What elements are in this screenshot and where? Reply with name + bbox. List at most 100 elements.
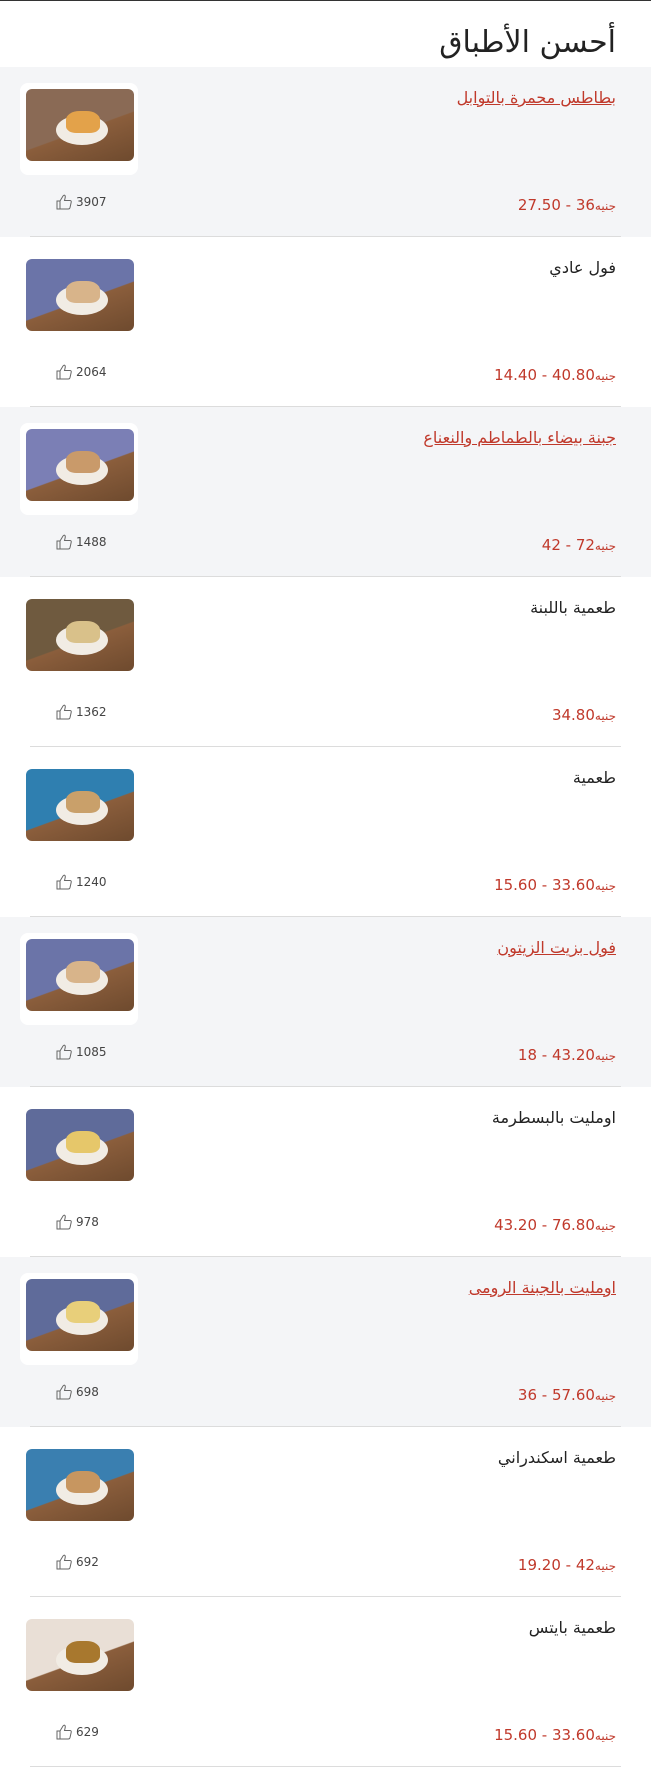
dish-item[interactable]: طعمية باللبنة 34.80جنيه 1362 [0,577,651,747]
dish-price: 15.60 - 33.60جنيه [494,875,616,896]
thumbs-up-icon [56,874,72,890]
dish-price: 18 - 43.20جنيه [518,1045,616,1066]
like-button[interactable]: 629 [55,1724,99,1740]
dish-name[interactable]: فول بزيت الزيتون [497,938,616,958]
dish-image[interactable] [26,1109,134,1181]
dish-image-frame[interactable] [20,1273,138,1365]
dish-image-frame[interactable] [20,593,138,685]
dish-name[interactable]: بطاطس محمرة بالتوابل [457,88,616,108]
dish-item[interactable]: فول بزيت الزيتون 18 - 43.20جنيه 1085 [0,917,651,1087]
dish-name[interactable]: طعمية بايتس [529,1618,616,1638]
currency-label: جنيه [594,709,616,723]
like-button[interactable]: 2064 [55,364,107,380]
dish-image[interactable] [26,1449,134,1521]
dish-item[interactable]: طعمية 15.60 - 33.60جنيه 1240 [0,747,651,917]
currency-label: جنيه [594,1219,616,1233]
like-button[interactable]: 1085 [55,1044,107,1060]
like-count: 2064 [76,365,107,379]
currency-label: جنيه [594,539,616,553]
thumbs-up-icon [56,1214,72,1230]
dish-image[interactable] [26,769,134,841]
dish-image-frame[interactable] [20,1613,138,1705]
like-button[interactable]: 978 [55,1214,99,1230]
like-count: 698 [76,1385,99,1399]
dish-name[interactable]: اومليت بالجبنة الرومى [469,1278,616,1298]
dish-item[interactable]: جبنة بيضاء بالطماطم والنعناع 42 - 72جنيه 1… [0,407,651,577]
like-count: 1488 [76,535,107,549]
price-value: 18 - 43.20 [517,1046,595,1064]
dish-item[interactable]: اومليت بالجبنة الرومى 36 - 57.60جنيه 698 [0,1257,651,1427]
thumbs-up-icon [56,1044,72,1060]
like-count: 3907 [76,195,107,209]
currency-label: جنيه [594,199,616,213]
thumbs-up-icon [56,1724,72,1740]
dish-image[interactable] [26,939,134,1011]
dish-image-frame[interactable] [20,423,138,515]
like-button[interactable]: 698 [55,1384,99,1400]
dish-image-frame[interactable] [20,83,138,175]
dish-price: 27.50 - 36جنيه [518,195,616,216]
price-value: 14.40 - 40.80 [494,366,595,384]
dish-name[interactable]: فول عادي [549,258,616,278]
dish-item[interactable]: بطاطس محمرة بالتوابل 27.50 - 36جنيه 3907 [0,67,651,237]
dish-image[interactable] [26,89,134,161]
dish-image-frame[interactable] [20,1103,138,1195]
dish-name[interactable]: طعمية اسكندراني [498,1448,616,1468]
thumbs-up-icon [56,194,72,210]
section-title: أحسن الأطباق [439,25,616,60]
thumbs-up-icon [56,1554,72,1570]
like-count: 978 [76,1215,99,1229]
dish-image[interactable] [26,259,134,331]
dish-name[interactable]: جبنة بيضاء بالطماطم والنعناع [423,428,616,448]
like-count: 1240 [76,875,107,889]
dish-item[interactable]: طعمية اسكندراني 19.20 - 42جنيه 692 [0,1427,651,1597]
dish-image-frame[interactable] [20,933,138,1025]
thumbs-up-icon [56,364,72,380]
price-value: 34.80 [551,706,595,724]
dish-item[interactable]: فول عادي 14.40 - 40.80جنيه 2064 [0,237,651,407]
dish-name[interactable]: طعمية باللبنة [530,598,616,618]
dish-image-frame[interactable] [20,1443,138,1535]
dish-item[interactable]: طعمية بايتس 15.60 - 33.60جنيه 629 [0,1597,651,1767]
currency-label: جنيه [594,1049,616,1063]
dish-price: 19.20 - 42جنيه [518,1555,616,1576]
dish-price: 15.60 - 33.60جنيه [494,1725,616,1746]
dish-image-frame[interactable] [20,763,138,855]
dish-list: بطاطس محمرة بالتوابل 27.50 - 36جنيه 3907 فو… [0,67,651,1767]
currency-label: جنيه [594,879,616,893]
currency-label: جنيه [594,1389,616,1403]
currency-label: جنيه [594,369,616,383]
dish-name[interactable]: اومليت بالبسطرمة [492,1108,616,1128]
dish-image-frame[interactable] [20,253,138,345]
dish-image[interactable] [26,1619,134,1691]
dish-image[interactable] [26,599,134,671]
dish-image[interactable] [26,1279,134,1351]
currency-label: جنيه [594,1729,616,1743]
price-value: 27.50 - 36 [517,196,595,214]
dish-price: 42 - 72جنيه [542,535,616,556]
like-button[interactable]: 1488 [55,534,107,550]
dish-price: 43.20 - 76.80جنيه [494,1215,616,1236]
price-value: 42 - 72 [541,536,595,554]
dish-price: 14.40 - 40.80جنيه [494,365,616,386]
like-button[interactable]: 1362 [55,704,107,720]
dish-price: 34.80جنيه [552,705,616,726]
thumbs-up-icon [56,704,72,720]
like-button[interactable]: 3907 [55,194,107,210]
like-count: 1085 [76,1045,107,1059]
like-button[interactable]: 1240 [55,874,107,890]
currency-label: جنيه [594,1559,616,1573]
like-count: 1362 [76,705,107,719]
dish-item[interactable]: اومليت بالبسطرمة 43.20 - 76.80جنيه 978 [0,1087,651,1257]
dish-name[interactable]: طعمية [573,768,616,788]
price-value: 36 - 57.60 [517,1386,595,1404]
like-count: 692 [76,1555,99,1569]
like-count: 629 [76,1725,99,1739]
dish-image[interactable] [26,429,134,501]
price-value: 43.20 - 76.80 [494,1216,595,1234]
thumbs-up-icon [56,1384,72,1400]
price-value: 15.60 - 33.60 [494,1726,595,1744]
like-button[interactable]: 692 [55,1554,99,1570]
thumbs-up-icon [56,534,72,550]
price-value: 19.20 - 42 [517,1556,595,1574]
